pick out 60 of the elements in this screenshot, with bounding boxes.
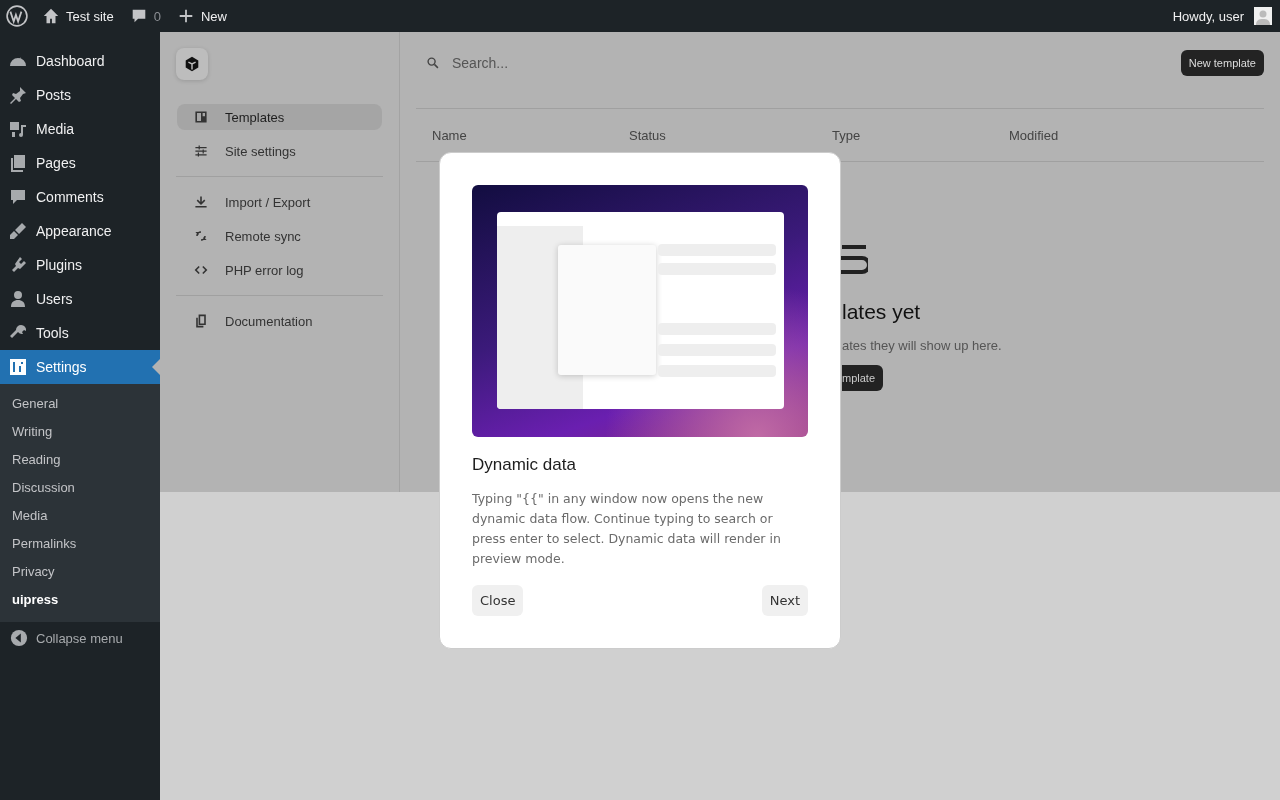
- copy-icon: [193, 313, 209, 329]
- avatar-icon: [1254, 7, 1272, 25]
- nav-item[interactable]: Import / Export: [177, 189, 382, 215]
- site-name-link[interactable]: Test site: [42, 7, 114, 25]
- download-icon: [193, 194, 209, 210]
- empty-state-text: ates they will show up here.: [842, 338, 1002, 353]
- nav-item[interactable]: Site settings: [177, 138, 382, 164]
- media-icon: [8, 119, 28, 139]
- empty-state-icon: [838, 244, 868, 276]
- submenu-item[interactable]: General: [0, 390, 160, 418]
- collapse-menu-button[interactable]: Collapse menu: [0, 622, 160, 654]
- submenu-item[interactable]: uipress: [0, 586, 160, 614]
- app-logo-tile[interactable]: [176, 48, 208, 80]
- nav-item[interactable]: Documentation: [177, 308, 382, 334]
- layout-icon: [193, 109, 209, 125]
- sidebar-menu-item[interactable]: Dashboard: [0, 44, 160, 78]
- sliders-icon: [193, 143, 209, 159]
- sidebar-menu-item[interactable]: Posts: [0, 78, 160, 112]
- submenu-item[interactable]: Discussion: [0, 474, 160, 502]
- comments-link[interactable]: 0: [129, 7, 161, 25]
- search-field[interactable]: Search...: [450, 54, 654, 72]
- modal-title: Dynamic data: [472, 455, 577, 475]
- account-link[interactable]: Howdy, user: [1172, 7, 1272, 25]
- nav-item[interactable]: PHP error log: [177, 257, 382, 283]
- sidebar-menu-item[interactable]: Appearance: [0, 214, 160, 248]
- sidebar-menu-item[interactable]: Users: [0, 282, 160, 316]
- submenu-item[interactable]: Media: [0, 502, 160, 530]
- user-icon: [8, 289, 28, 309]
- pin-icon: [8, 85, 28, 105]
- home-icon: [42, 7, 60, 25]
- column-header[interactable]: Status: [629, 127, 666, 143]
- column-header[interactable]: Type: [832, 127, 861, 143]
- sidebar-menu-item[interactable]: Tools: [0, 316, 160, 350]
- next-button[interactable]: Next: [761, 585, 808, 616]
- submenu-item[interactable]: Reading: [0, 446, 160, 474]
- column-header[interactable]: Name: [432, 127, 467, 143]
- settings-icon: [8, 357, 28, 377]
- modal-text: Typing "{{" in any window now opens the new dynamic data flow. Continue typing to search or press enter to select. Dynamic data will render in preview mode.: [472, 490, 782, 568]
- column-header[interactable]: Modified: [1009, 127, 1059, 143]
- brush-icon: [8, 221, 28, 241]
- sidebar-menu-item[interactable]: Media: [0, 112, 160, 146]
- new-template-button[interactable]: mplate: [842, 365, 884, 391]
- pages-icon: [8, 153, 28, 173]
- sidebar-menu-item[interactable]: Settings: [0, 350, 160, 384]
- comment-icon: [8, 187, 28, 207]
- nav-item[interactable]: Templates: [177, 104, 382, 130]
- sidebar-menu-item[interactable]: Pages: [0, 146, 160, 180]
- submenu-item[interactable]: Writing: [0, 418, 160, 446]
- new-content-link[interactable]: New: [176, 7, 227, 25]
- wordpress-logo-icon[interactable]: [6, 5, 28, 27]
- nav-item[interactable]: Remote sync: [177, 223, 382, 249]
- empty-state-title: lates yet: [842, 300, 921, 324]
- sidebar-menu-item[interactable]: Comments: [0, 180, 160, 214]
- submenu-item[interactable]: Permalinks: [0, 530, 160, 558]
- close-button[interactable]: Close: [472, 585, 524, 616]
- cube-logo-icon: [183, 55, 201, 73]
- sidebar-menu-item[interactable]: Plugins: [0, 248, 160, 282]
- search-icon: [426, 56, 440, 70]
- submenu-item[interactable]: Privacy: [0, 558, 160, 586]
- new-template-button[interactable]: New template: [1180, 50, 1264, 76]
